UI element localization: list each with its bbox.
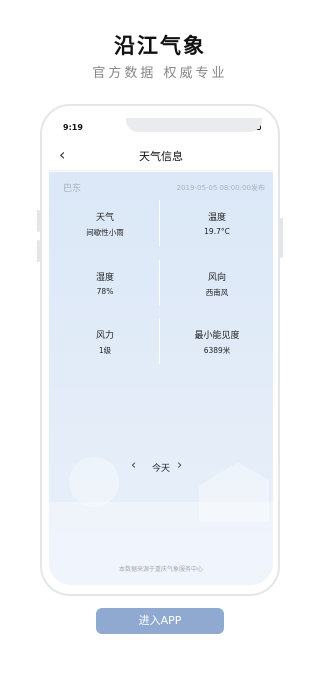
divider — [159, 260, 160, 306]
cell-value: 6389米 — [203, 346, 231, 355]
city-name: 巴东 — [63, 184, 82, 194]
cell-label: 风力 — [95, 331, 114, 341]
weather-cell: 风向 西南风 — [161, 270, 273, 298]
promo-subtitle: 官方数据 权威专业 — [92, 66, 228, 81]
weather-cell: 最小能见度 6389米 — [161, 328, 273, 356]
divider — [159, 200, 160, 246]
phone-side-button — [280, 218, 283, 258]
day-label: 今天 — [151, 464, 170, 474]
cell-label: 湿度 — [95, 273, 114, 283]
status-time: 9:19 — [63, 123, 83, 132]
cell-value: 19.7°C — [204, 227, 230, 236]
divider — [159, 318, 160, 364]
phone-frame: 9:19 ⊿ ≋ ‹ 天气信息 巴东 2019-05-05 08:00:00发布… — [40, 104, 280, 596]
weather-cell: 风力 1级 — [49, 328, 161, 356]
day-switcher: ‹ 今天 › — [49, 456, 273, 480]
cell-value: 1级 — [98, 346, 112, 355]
cell-value: 间歇性小雨 — [86, 228, 124, 237]
data-source-note: 本数据来源于重庆气象服务中心 — [118, 566, 203, 573]
phone-screen: 9:19 ⊿ ≋ ‹ 天气信息 巴东 2019-05-05 08:00:00发布… — [49, 117, 273, 585]
phone-notch — [126, 118, 262, 132]
enter-app-button[interactable]: 进入APP — [96, 608, 224, 634]
page-title: 天气信息 — [139, 150, 183, 163]
cell-label: 温度 — [207, 213, 226, 223]
nav-bar: ‹ 天气信息 — [49, 139, 273, 171]
cell-value: 西南风 — [205, 288, 229, 297]
publish-time: 2019-05-05 08:00:00发布 — [176, 184, 265, 192]
weather-cell: 天气 间歇性小雨 — [49, 210, 161, 238]
cell-label: 天气 — [95, 213, 114, 223]
chevron-right-icon[interactable]: › — [177, 458, 182, 473]
weather-cell: 湿度 78% — [49, 270, 161, 296]
weather-panel: 巴东 2019-05-05 08:00:00发布 天气 间歇性小雨 温度 19.… — [49, 172, 273, 585]
cell-label: 最小能见度 — [194, 331, 240, 341]
weather-cell: 温度 19.7°C — [161, 210, 273, 236]
cell-label: 风向 — [207, 273, 226, 283]
promo-title: 沿江气象 — [114, 34, 206, 58]
cell-value: 78% — [96, 287, 114, 296]
